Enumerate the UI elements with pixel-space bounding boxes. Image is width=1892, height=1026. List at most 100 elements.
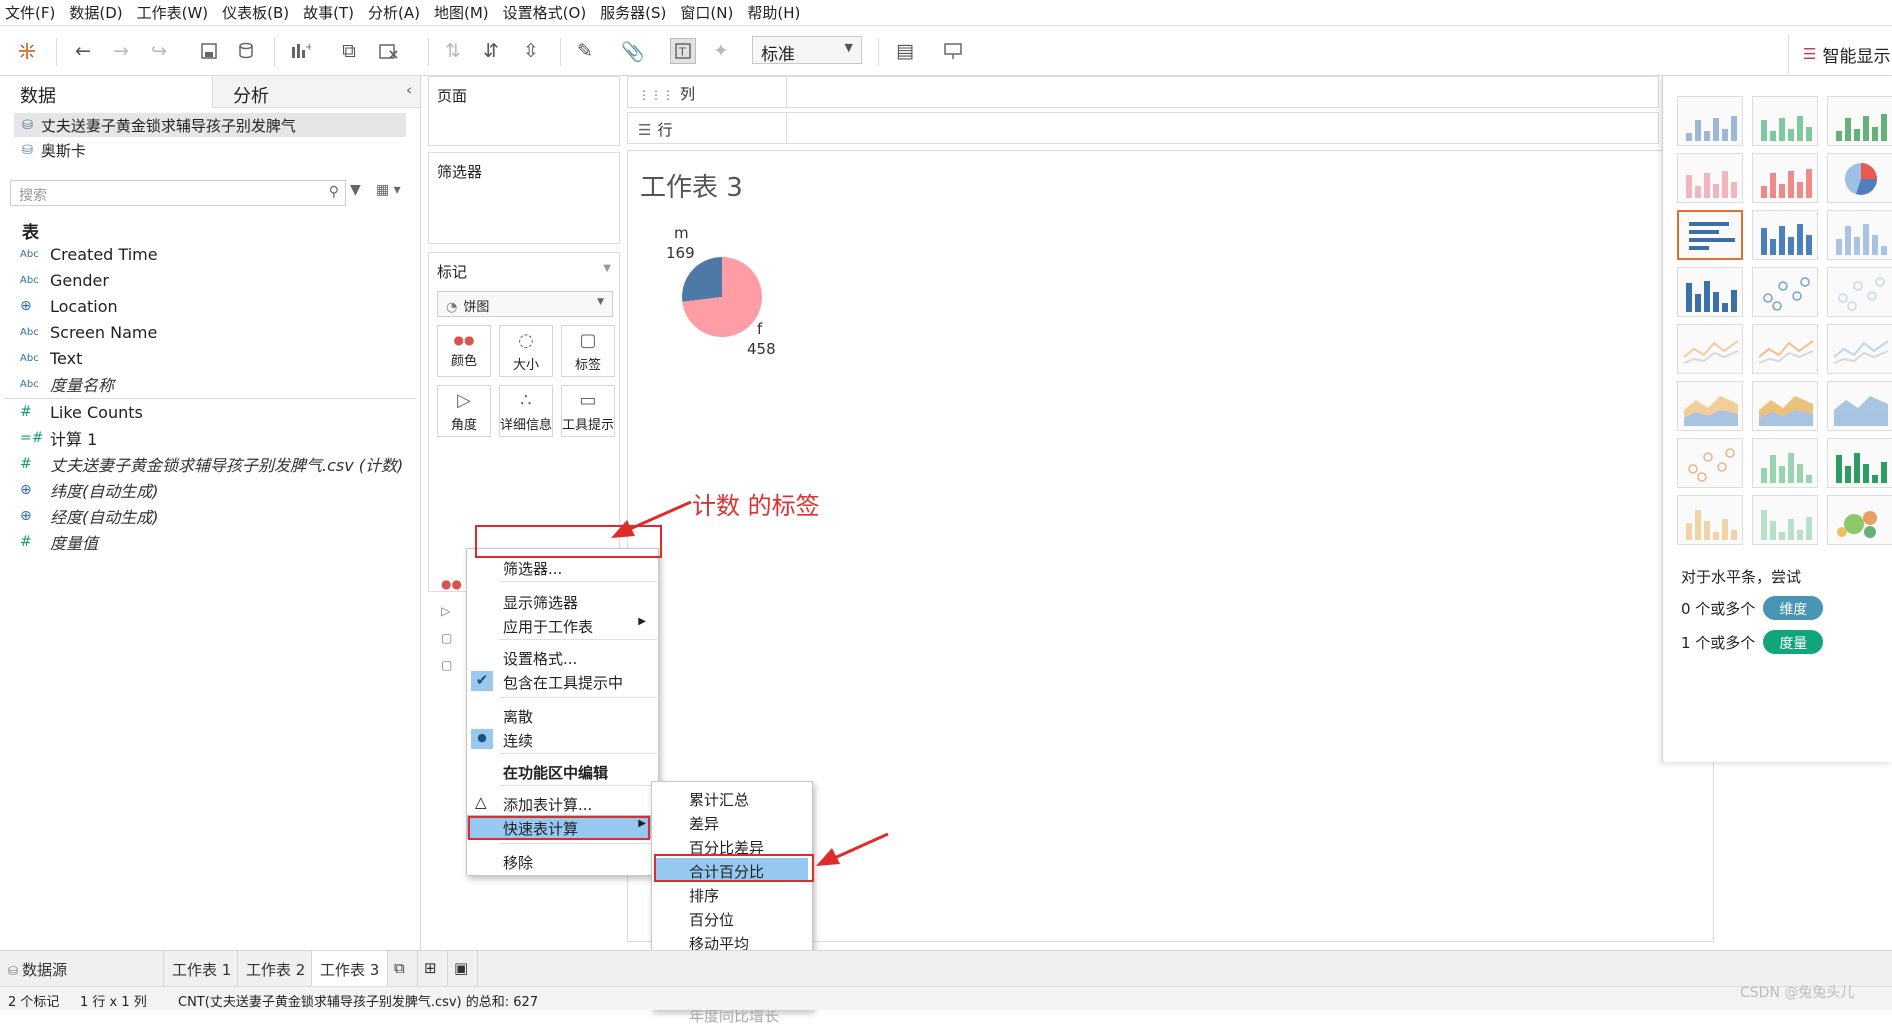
new-story-icon[interactable]: ▣: [448, 951, 478, 986]
context-menu-item[interactable]: ✔ 包含在工具提示中: [467, 669, 658, 693]
redo-icon[interactable]: →: [108, 38, 134, 64]
show-me-highlight-table-icon[interactable]: [1827, 96, 1892, 146]
mark-button[interactable]: ●● 颜色: [437, 325, 491, 377]
quick-calc-item[interactable]: 百分位: [652, 906, 812, 930]
duplicate-icon[interactable]: ⧉: [336, 38, 362, 64]
show-me-text-table-icon[interactable]: [1677, 96, 1743, 146]
show-me-packed-bubbles-icon[interactable]: [1827, 495, 1892, 545]
tab-sheet-active[interactable]: 工作表 3: [312, 951, 388, 986]
context-menu-item[interactable]: 显示筛选器: [467, 589, 658, 613]
datasource-item[interactable]: ⛁ 奥斯卡: [14, 138, 314, 162]
swap-icon[interactable]: ⇅: [440, 38, 466, 64]
mark-button[interactable]: ◌ 大小: [499, 325, 553, 377]
show-me-dual-line-icon[interactable]: [1827, 324, 1892, 374]
show-me-pie-chart-icon[interactable]: [1827, 153, 1892, 203]
show-me-line-discrete-icon[interactable]: [1752, 324, 1818, 374]
tableau-logo-icon[interactable]: [14, 38, 40, 64]
view-options-icon[interactable]: ▦ ▾: [376, 182, 401, 198]
new-worksheet-icon[interactable]: ⧉: [388, 951, 418, 986]
marks-card-menu-icon[interactable]: ▼: [603, 263, 611, 274]
context-menu-item[interactable]: 在功能区中编辑: [467, 759, 658, 783]
field-item[interactable]: Abc Screen Name: [20, 319, 157, 345]
new-worksheet-icon[interactable]: +: [288, 38, 314, 64]
new-datasource-icon[interactable]: [234, 38, 260, 64]
show-me-symbol-map-icon[interactable]: [1677, 153, 1743, 203]
undo-icon[interactable]: ←: [70, 38, 96, 64]
context-menu-item[interactable]: 应用于工作表 ▶: [467, 613, 658, 637]
context-menu-item[interactable]: 移除: [467, 849, 658, 873]
menu-item[interactable]: 帮助(H): [742, 2, 805, 23]
menu-item[interactable]: 地图(M): [429, 2, 494, 23]
context-menu-item[interactable]: △ 添加表计算...: [467, 791, 658, 815]
show-me-line-continuous-icon[interactable]: [1677, 324, 1743, 374]
tab-datasource[interactable]: ⛁ 数据源: [0, 951, 164, 986]
show-me-dual-combination-icon[interactable]: [1827, 381, 1892, 431]
context-menu-item[interactable]: 筛选器...: [467, 555, 658, 579]
mark-button[interactable]: ▢ 标签: [561, 325, 615, 377]
presentation-icon[interactable]: [940, 38, 966, 64]
new-dashboard-icon[interactable]: ⊞: [418, 951, 448, 986]
field-item[interactable]: # Like Counts: [20, 399, 143, 425]
quick-calc-item[interactable]: 差异: [652, 810, 812, 834]
search-input[interactable]: 搜索 ⚲: [10, 180, 346, 206]
collapse-pane-icon[interactable]: ‹: [406, 81, 412, 99]
pie-slice-m[interactable]: [682, 257, 722, 302]
sort-ascending-icon[interactable]: ⇵: [478, 38, 504, 64]
menu-item[interactable]: 数据(D): [64, 2, 127, 23]
pin-icon[interactable]: ✦: [708, 38, 734, 64]
fit-select[interactable]: 标准 ▼: [752, 36, 862, 65]
tab-analysis[interactable]: 分析 ‹: [212, 76, 420, 108]
show-me-treemap-icon[interactable]: [1677, 267, 1743, 317]
show-me-side-by-side-circle-icon[interactable]: [1827, 267, 1892, 317]
quick-calc-item[interactable]: 累计汇总: [652, 786, 812, 810]
field-item[interactable]: ⊕ 纬度(自动生成): [20, 477, 159, 503]
show-me-scatter-plot-icon[interactable]: [1677, 438, 1743, 488]
menu-item[interactable]: 服务器(S): [595, 2, 671, 23]
mark-button[interactable]: ▷ 角度: [437, 385, 491, 437]
tab-sheet[interactable]: 工作表 2: [238, 951, 312, 986]
menu-item[interactable]: 工作表(W): [132, 2, 214, 23]
show-cards-icon[interactable]: ▤: [892, 38, 918, 64]
show-me-horizontal-bar-icon[interactable]: [1677, 210, 1743, 260]
sort-descending-icon[interactable]: ⇳: [518, 38, 544, 64]
menu-item[interactable]: 窗口(N): [675, 2, 738, 23]
show-me-area-continuous-icon[interactable]: [1677, 381, 1743, 431]
rows-shelf[interactable]: ☰ 行: [627, 112, 1659, 144]
datasource-item[interactable]: ⛁ 丈夫送妻子黄金锁求辅导孩子别发脾气: [14, 113, 406, 137]
show-me-circle-view-icon[interactable]: [1752, 267, 1818, 317]
quick-calc-item[interactable]: 排序: [652, 882, 812, 906]
save-icon[interactable]: [196, 38, 222, 64]
field-item[interactable]: Abc Gender: [20, 267, 109, 293]
menu-item[interactable]: 文件(F): [0, 2, 60, 23]
show-me-box-whisker-icon[interactable]: [1827, 438, 1892, 488]
context-menu-item[interactable]: 设置格式...: [467, 645, 658, 669]
replay-icon[interactable]: ↪: [146, 38, 172, 64]
show-me-stacked-bar-icon[interactable]: [1752, 210, 1818, 260]
filter-icon[interactable]: ▼: [350, 182, 361, 198]
field-item[interactable]: # 丈夫送妻子黄金锁求辅导孩子别发脾气.csv (计数): [20, 451, 403, 477]
columns-shelf[interactable]: ⋮⋮⋮ 列: [627, 76, 1659, 108]
show-labels-icon[interactable]: T: [670, 38, 696, 64]
show-me-gantt-icon[interactable]: [1677, 495, 1743, 545]
field-item[interactable]: Abc 度量名称: [20, 371, 114, 397]
show-me-side-by-side-bar-icon[interactable]: [1827, 210, 1892, 260]
filters-card[interactable]: 筛选器: [428, 152, 620, 244]
field-item[interactable]: =# 计算 1: [20, 425, 97, 451]
menu-item[interactable]: 分析(A): [363, 2, 425, 23]
show-me-histogram-icon[interactable]: [1752, 438, 1818, 488]
tab-sheet[interactable]: 工作表 1: [164, 951, 238, 986]
show-me-area-discrete-icon[interactable]: [1752, 381, 1818, 431]
mark-button[interactable]: ▭ 工具提示: [561, 385, 615, 437]
menu-item[interactable]: 设置格式(O): [498, 2, 592, 23]
field-item[interactable]: Abc Created Time: [20, 241, 158, 267]
context-menu-item[interactable]: 离散: [467, 703, 658, 727]
context-menu-item[interactable]: ● 连续: [467, 727, 658, 751]
mark-button[interactable]: ∴ 详细信息: [499, 385, 553, 437]
mark-type-select[interactable]: ◔ 饼图 ▼: [437, 291, 613, 317]
highlight-icon[interactable]: ✎: [572, 38, 598, 64]
smart-display-tab[interactable]: ☰ 智能显示: [1788, 34, 1892, 74]
group-icon[interactable]: 📎: [620, 38, 646, 64]
show-me-filled-map-icon[interactable]: [1752, 153, 1818, 203]
field-item[interactable]: ⊕ 经度(自动生成): [20, 503, 159, 529]
show-me-heat-map-icon[interactable]: [1752, 96, 1818, 146]
